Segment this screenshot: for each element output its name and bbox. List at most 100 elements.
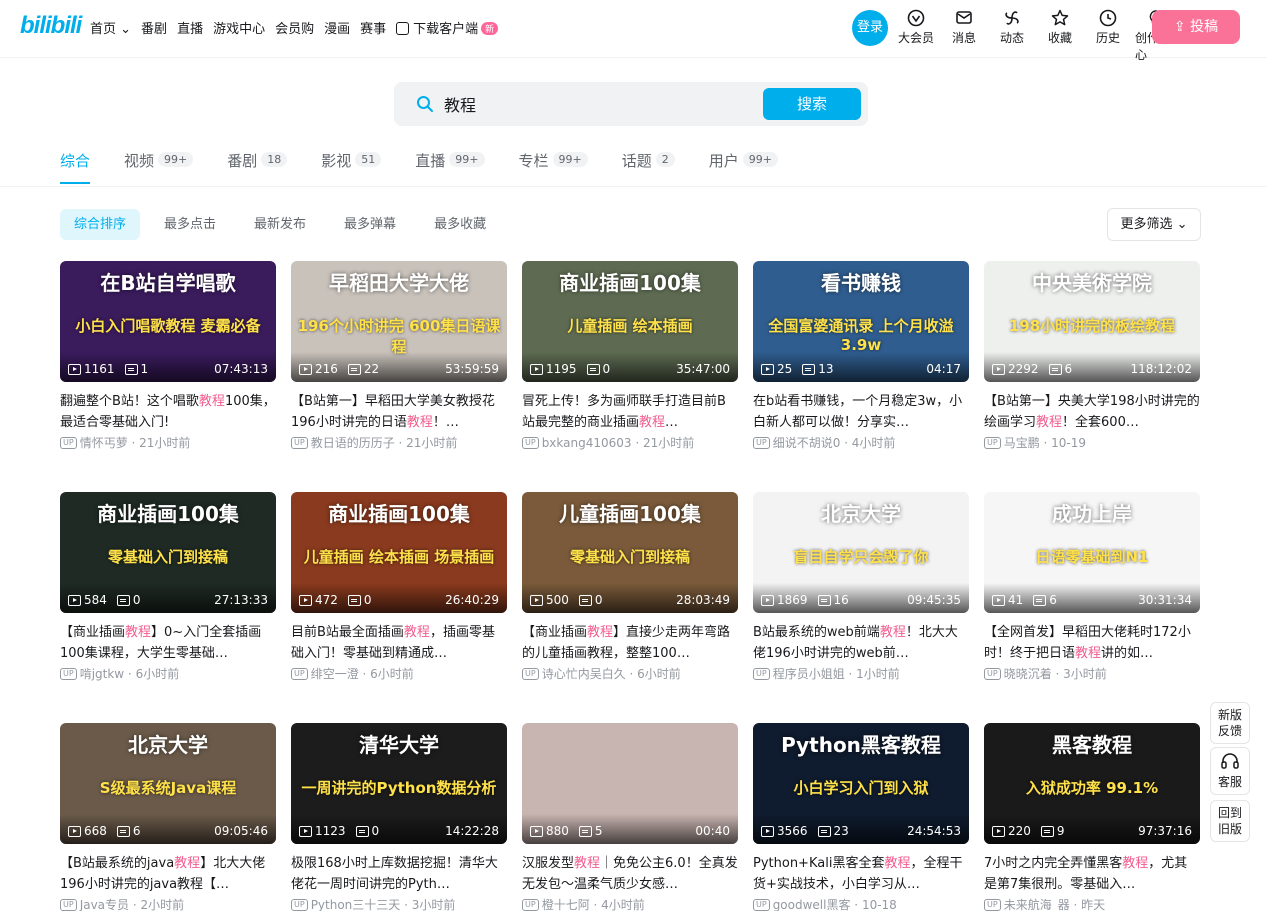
cover-title: 北京大学 [128, 733, 208, 757]
tab-user[interactable]: 用户 99+ [709, 150, 778, 184]
video-card[interactable]: 在B站自学唱歌 小白入门唱歌教程 麦霸必备 1161 1 07:43:13 翻遍… [60, 261, 276, 492]
video-title[interactable]: 目前B站最全面插画教程，插画零基础入门！零基础到精通成… [291, 622, 507, 664]
video-card[interactable]: 商业插画100集 零基础入门到接稿 584 0 27:13:33 【商业插画教程… [60, 492, 276, 723]
play-count: 1869 [777, 593, 808, 607]
nav-game[interactable]: 游戏中心 [213, 18, 265, 37]
video-title[interactable]: 【B站最系统的java教程】北大大佬196小时讲完的java教程【… [60, 853, 276, 895]
nav-download[interactable]: 下载客户端新 [396, 18, 499, 37]
video-thumbnail[interactable]: 早稻田大学大佬 196个小时讲完 600集日语课程 216 22 53:59:5… [291, 261, 507, 382]
uploader-name[interactable]: 晓晓沉着 [1004, 665, 1052, 682]
filter-most-danmaku[interactable]: 最多弹幕 [330, 209, 410, 240]
video-thumbnail[interactable]: 商业插画100集 儿童插画 绘本插画 1195 0 35:47:00 [522, 261, 738, 382]
uploader-name[interactable]: goodwell黑客 [773, 896, 851, 911]
filter-most-favorite[interactable]: 最多收藏 [420, 209, 500, 240]
nav-live[interactable]: 直播 [177, 18, 203, 37]
video-card[interactable]: 早稻田大学大佬 196个小时讲完 600集日语课程 216 22 53:59:5… [291, 261, 507, 492]
video-card[interactable]: 商业插画100集 儿童插画 绘本插画 1195 0 35:47:00 冒死上传！… [522, 261, 738, 492]
video-card[interactable]: 中央美術学院 198小时讲完的板绘教程 2292 6 118:12:02 【B站… [984, 261, 1200, 492]
upload-button[interactable]: ⇪ 投稿 [1152, 10, 1240, 44]
login-button[interactable]: 登录 [852, 10, 888, 46]
video-title[interactable]: 7小时之内完全弄懂黑客教程，尤其是第7集很刑。零基础入… [984, 853, 1200, 895]
uploader-name[interactable]: 绯空一澄 [311, 665, 359, 682]
video-title[interactable]: 【B站第一】央美大学198小时讲完的绘画学习教程！全套600… [984, 391, 1200, 433]
video-title[interactable]: 在b站看书赚钱，一个月稳定3w，小白新人都可以做！分享实… [753, 391, 969, 433]
uploader-name[interactable]: 啃jgtkw [80, 665, 124, 682]
video-title[interactable]: 汉服发型教程｜免免公主6.0！全真发无发包～温柔气质少女感… [522, 853, 738, 895]
uploader-name[interactable]: 情怀丐萝 [80, 434, 128, 451]
video-thumbnail[interactable]: 北京大学 盲目自学只会毁了你 1869 16 09:45:35 [753, 492, 969, 613]
video-card[interactable]: Python黑客教程 小白学习入门到入狱 3566 23 24:54:53 Py… [753, 723, 969, 911]
uploader-name[interactable]: 未来航海_器 [1004, 896, 1070, 911]
favorite-entry[interactable]: 收藏 [1039, 8, 1081, 63]
nav-match[interactable]: 赛事 [360, 18, 386, 37]
service-button[interactable]: 客服 [1210, 747, 1250, 795]
video-card[interactable]: 儿童插画100集 零基础入门到接稿 500 0 28:03:49 【商业插画教程… [522, 492, 738, 723]
video-thumbnail[interactable]: 880 5 00:40 [522, 723, 738, 844]
video-card[interactable]: 成功上岸 日语零基础到N1 41 6 30:31:34 【全网首发】早稻田大佬耗… [984, 492, 1200, 723]
message-entry[interactable]: 消息 [943, 8, 985, 63]
search-input[interactable] [444, 90, 744, 118]
dynamic-entry[interactable]: 动态 [991, 8, 1033, 63]
nav-anime[interactable]: 番剧 [141, 18, 167, 37]
vip-entry[interactable]: 大会员 [895, 8, 937, 63]
video-title[interactable]: 极限168小时上库数据挖掘！清华大佬花一周时间讲完的Pyth… [291, 853, 507, 895]
history-entry[interactable]: 历史 [1087, 8, 1129, 63]
video-title[interactable]: 【商业插画教程】0~入门全套插画100集课程，大学生零基础… [60, 622, 276, 664]
video-thumbnail[interactable]: 清华大学 一周讲完的Python数据分析 1123 0 14:22:28 [291, 723, 507, 844]
play-count-icon [68, 363, 81, 375]
filter-default[interactable]: 综合排序 [60, 209, 141, 240]
video-title[interactable]: Python+Kali黑客全套教程，全程干货+实战技术，小白学习从… [753, 853, 969, 895]
video-card[interactable]: 北京大学 S级最系统Java课程 668 6 09:05:46 【B站最系统的j… [60, 723, 276, 911]
video-title[interactable]: 【B站第一】早稻田大学美女教授花196小时讲完的日语教程！… [291, 391, 507, 433]
video-thumbnail[interactable]: 看书赚钱 全国富婆通讯录 上个月收溢3.9w 25 13 04:17 [753, 261, 969, 382]
video-thumbnail[interactable]: 在B站自学唱歌 小白入门唱歌教程 麦霸必备 1161 1 07:43:13 [60, 261, 276, 382]
uploader-name[interactable]: 橙十七阿 [542, 896, 590, 911]
video-thumbnail[interactable]: 黑客教程 入狱成功率 99.1% 220 9 97:37:16 [984, 723, 1200, 844]
tab-article[interactable]: 专栏 99+ [519, 150, 588, 184]
tab-live[interactable]: 直播 99+ [415, 150, 485, 184]
video-card[interactable]: 880 5 00:40 汉服发型教程｜免免公主6.0！全真发无发包～温柔气质少女… [522, 723, 738, 911]
video-card[interactable]: 看书赚钱 全国富婆通讯录 上个月收溢3.9w 25 13 04:17 在b站看书… [753, 261, 969, 492]
video-meta: UP 诗心忙内吴白久 · 6小时前 [522, 665, 738, 682]
uploader-name[interactable]: 马宝鹏 [1004, 434, 1040, 451]
tab-topic[interactable]: 话题 2 [622, 150, 675, 184]
uploader-name[interactable]: Python三十三天 [311, 896, 401, 911]
tab-all[interactable]: 综合 [60, 150, 91, 184]
video-thumbnail[interactable]: 北京大学 S级最系统Java课程 668 6 09:05:46 [60, 723, 276, 844]
back-to-old-button[interactable]: 回到旧版 [1210, 800, 1250, 842]
search-button[interactable]: 搜索 [763, 88, 861, 120]
video-title[interactable]: B站最系统的web前端教程！北大大佬196小时讲完的web前… [753, 622, 969, 664]
video-title[interactable]: 冒死上传！多为画师联手打造目前B站最完整的商业插画教程… [522, 391, 738, 433]
tab-bangumi[interactable]: 番剧 18 [227, 150, 288, 184]
nav-home[interactable]: 首页 ⌄ [90, 18, 131, 37]
video-thumbnail[interactable]: 儿童插画100集 零基础入门到接稿 500 0 28:03:49 [522, 492, 738, 613]
video-card[interactable]: 清华大学 一周讲完的Python数据分析 1123 0 14:22:28 极限1… [291, 723, 507, 911]
danmaku-icon [355, 825, 369, 837]
uploader-name[interactable]: 程序员小姐姐 [773, 665, 845, 682]
video-title[interactable]: 【商业插画教程】直接少走两年弯路的儿童插画教程，整整100… [522, 622, 738, 664]
video-card[interactable]: 商业插画100集 儿童插画 绘本插画 场景插画 472 0 26:40:29 目… [291, 492, 507, 723]
video-thumbnail[interactable]: 成功上岸 日语零基础到N1 41 6 30:31:34 [984, 492, 1200, 613]
tab-film[interactable]: 影视 51 [321, 150, 382, 184]
feedback-button[interactable]: 新版反馈 [1210, 702, 1250, 744]
video-thumbnail[interactable]: Python黑客教程 小白学习入门到入狱 3566 23 24:54:53 [753, 723, 969, 844]
uploader-name[interactable]: 教日语的历历子 [311, 434, 395, 451]
uploader-name[interactable]: 细说不胡说0 [773, 434, 841, 451]
uploader-name[interactable]: bxkang410603 [542, 436, 632, 450]
filter-most-played[interactable]: 最多点击 [150, 209, 230, 240]
video-thumbnail[interactable]: 商业插画100集 零基础入门到接稿 584 0 27:13:33 [60, 492, 276, 613]
more-filter-button[interactable]: 更多筛选 ⌄ [1107, 208, 1201, 241]
bilibili-logo[interactable]: bilibili [20, 12, 82, 40]
nav-shop[interactable]: 会员购 [275, 18, 314, 37]
tab-video[interactable]: 视频 99+ [124, 150, 194, 184]
uploader-name[interactable]: 诗心忙内吴白久 [542, 665, 626, 682]
video-title[interactable]: 【全网首发】早稻田大佬耗时172小时！终于把日语教程讲的如… [984, 622, 1200, 664]
video-card[interactable]: 黑客教程 入狱成功率 99.1% 220 9 97:37:16 7小时之内完全弄… [984, 723, 1200, 911]
video-thumbnail[interactable]: 中央美術学院 198小时讲完的板绘教程 2292 6 118:12:02 [984, 261, 1200, 382]
filter-newest[interactable]: 最新发布 [240, 209, 320, 240]
video-title[interactable]: 翻遍整个B站！这个唱歌教程100集，最适合零基础入门! [60, 391, 276, 433]
video-card[interactable]: 北京大学 盲目自学只会毁了你 1869 16 09:45:35 B站最系统的we… [753, 492, 969, 723]
nav-manga[interactable]: 漫画 [324, 18, 350, 37]
video-thumbnail[interactable]: 商业插画100集 儿童插画 绘本插画 场景插画 472 0 26:40:29 [291, 492, 507, 613]
uploader-name[interactable]: Java专员 [80, 896, 129, 911]
